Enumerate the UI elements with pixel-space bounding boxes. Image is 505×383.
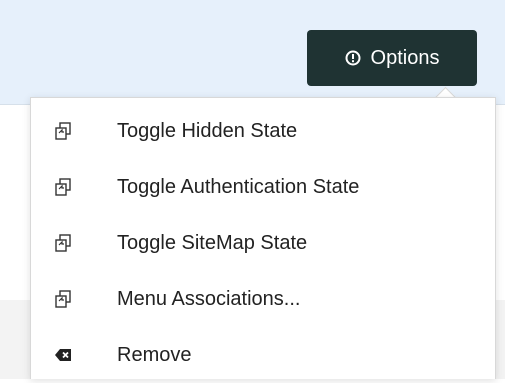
options-button[interactable]: Options [307,30,477,86]
circle-arrow-down-icon [345,50,361,66]
menu-item-label: Remove [117,343,192,366]
menu-item-toggle-sitemap-state[interactable]: Toggle SiteMap State [31,215,495,271]
toggle-copy-icon [53,233,73,253]
toggle-copy-icon [53,289,73,309]
menu-item-label: Menu Associations... [117,287,301,310]
menu-item-menu-associations[interactable]: Menu Associations... [31,271,495,327]
backspace-icon [53,345,73,365]
menu-item-toggle-hidden-state[interactable]: Toggle Hidden State [31,103,495,159]
menu-item-toggle-authentication-state[interactable]: Toggle Authentication State [31,159,495,215]
options-button-label: Options [370,46,440,69]
menu-item-remove[interactable]: Remove [31,327,495,383]
options-dropdown-menu: Toggle Hidden State Toggle Authenticatio… [30,97,496,379]
toggle-copy-icon [53,177,73,197]
menu-item-label: Toggle Hidden State [117,119,298,142]
menu-item-label: Toggle Authentication State [117,175,360,198]
toggle-copy-icon [53,121,73,141]
menu-item-label: Toggle SiteMap State [117,231,308,254]
